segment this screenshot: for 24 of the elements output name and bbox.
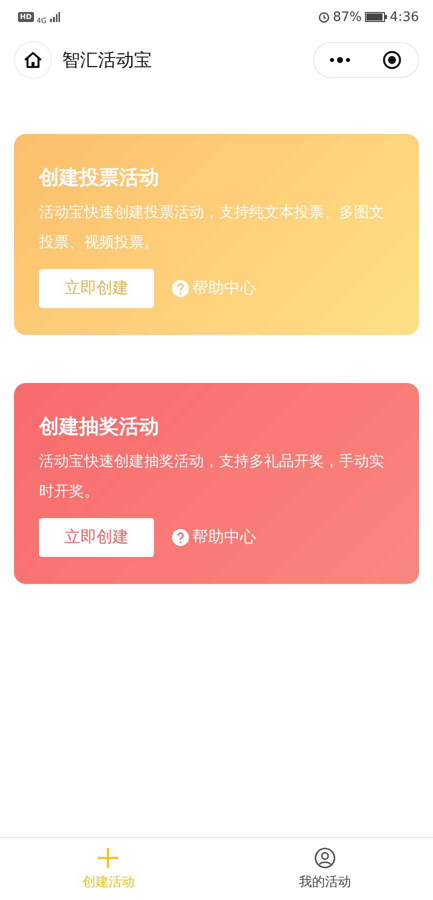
alarm-icon xyxy=(318,11,330,23)
signal-icon xyxy=(50,12,60,22)
card-description: 活动宝快速创建抽奖活动，支持多礼品开奖，手动实时开奖。 xyxy=(39,451,385,502)
help-icon xyxy=(172,280,189,297)
clock-time: 4:36 xyxy=(390,10,419,24)
create-button[interactable]: 立即创建 xyxy=(39,269,154,308)
home-icon xyxy=(23,50,43,70)
card-description: 活动宝快速创建投票活动，支持纯文本投票、多图文投票、视频投票。 xyxy=(39,202,385,253)
home-button[interactable] xyxy=(14,41,52,79)
help-icon xyxy=(172,529,189,546)
plus-icon xyxy=(97,847,120,869)
tab-item[interactable]: 创建活动 xyxy=(0,838,216,900)
create-button[interactable]: 立即创建 xyxy=(39,518,154,557)
target-icon xyxy=(382,50,402,70)
card-title: 创建抽奖活动 xyxy=(39,413,160,440)
app-title: 智汇活动宝 xyxy=(62,49,153,72)
more-icon xyxy=(329,57,351,63)
help-link[interactable]: 帮助中心 xyxy=(172,527,256,548)
user-icon xyxy=(314,847,336,869)
battery-percent: 87% xyxy=(332,10,362,24)
help-link[interactable]: 帮助中心 xyxy=(172,278,256,299)
tab-item[interactable]: 我的活动 xyxy=(216,838,433,900)
card-title: 创建投票活动 xyxy=(39,164,160,191)
battery-icon xyxy=(364,12,387,22)
